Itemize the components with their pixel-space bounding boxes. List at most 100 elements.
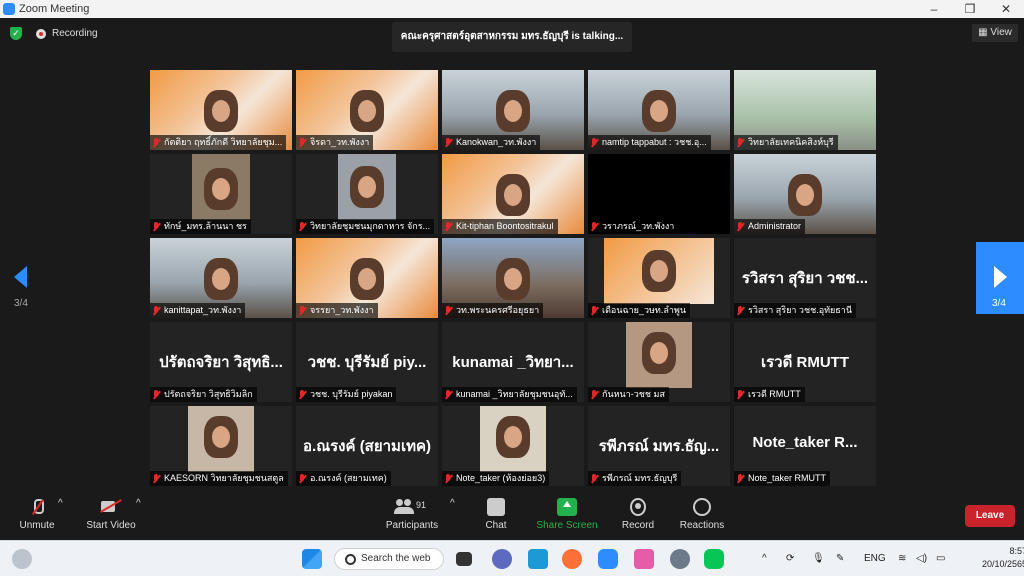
participant-tile[interactable]: Administrator xyxy=(734,154,876,234)
participant-tile[interactable]: Note_taker (ห้องย่อย3) xyxy=(442,406,584,486)
microphone-tray-icon[interactable]: 🎙 xyxy=(812,553,825,564)
active-speaker-banner: คณะครุศาสตร์อุตสาหกรรม มทร.ธัญบุรี is ta… xyxy=(392,22,632,52)
security-shield-icon[interactable]: ✓ xyxy=(10,27,22,40)
participant-video xyxy=(496,258,530,300)
windows-start-icon[interactable] xyxy=(302,549,322,569)
muted-mic-icon xyxy=(736,305,745,316)
muted-mic-icon xyxy=(444,389,453,400)
teams-chat-icon[interactable] xyxy=(492,549,512,569)
participant-avatar xyxy=(480,406,546,472)
share-screen-button[interactable]: Share Screen xyxy=(534,498,600,531)
participant-tile[interactable]: อ.ณรงค์ (สยามเทค) อ.ณรงค์ (สยามเทค) xyxy=(296,406,438,486)
participant-name: Note_taker (ห้องย่อย3) xyxy=(442,471,550,486)
taskbar-search-box[interactable]: Search the web xyxy=(334,548,444,570)
next-page-button[interactable]: 3/4 xyxy=(976,242,1024,314)
volume-icon[interactable]: ◁) xyxy=(916,553,927,564)
maximize-button[interactable]: ❐ xyxy=(952,2,988,16)
participant-tile[interactable]: วราภรณ์_วท.พังงา xyxy=(588,154,730,234)
muted-mic-icon xyxy=(590,473,599,484)
minimize-button[interactable]: – xyxy=(916,2,952,16)
leave-button[interactable]: Leave xyxy=(965,505,1015,527)
participant-display-name: อ.ณรงค์ (สยามเทค) xyxy=(303,438,431,455)
zoom-taskbar-icon[interactable] xyxy=(598,549,618,569)
participant-tile[interactable]: namtip tappabut : วชช.อุ... xyxy=(588,70,730,150)
participant-video xyxy=(204,90,238,132)
participant-video xyxy=(204,258,238,300)
participant-tile[interactable]: Kanokwan_วท.พังงา xyxy=(442,70,584,150)
muted-mic-icon xyxy=(444,305,453,316)
meeting-toolbar: Unmute ^ Start Video ^ 91 Participants ^ … xyxy=(0,492,1024,540)
taskbar-clock[interactable]: 8:57 20/10/2565 xyxy=(982,545,1024,571)
participant-name: Administrator xyxy=(734,219,806,234)
start-video-button[interactable]: Start Video xyxy=(84,498,138,531)
reactions-button[interactable]: Reactions xyxy=(678,498,726,531)
wifi-icon[interactable]: ≋ xyxy=(898,553,906,564)
participant-tile[interactable]: จรรยา_วท.พังงา xyxy=(296,238,438,318)
snipping-tool-icon[interactable] xyxy=(634,549,654,569)
close-button[interactable]: ✕ xyxy=(988,2,1024,16)
line-app-l-icon[interactable] xyxy=(528,549,548,569)
participant-tile[interactable]: เรวดี RMUTT เรวดี RMUTT xyxy=(734,322,876,402)
participant-tile[interactable]: Kit-tiphan Boontositrakul xyxy=(442,154,584,234)
language-indicator[interactable]: ENG xyxy=(864,553,886,564)
muted-mic-icon xyxy=(736,473,745,484)
participant-name: ปรัตถจริยา วิสุทธิวิมลิก xyxy=(150,387,257,402)
participant-tile[interactable]: จิรดา_วท.พังงา xyxy=(296,70,438,150)
weather-icon[interactable] xyxy=(12,549,32,569)
participant-tile[interactable]: กันหนา-วชช มส xyxy=(588,322,730,402)
participants-options-caret[interactable]: ^ xyxy=(450,498,455,509)
grid-icon: ▦ xyxy=(978,27,991,38)
participant-display-name: ปรัตถจริยา วิสุทธิ... xyxy=(159,354,283,371)
participant-name: วิทยาลัยชุมชนมุกดาหาร จักร... xyxy=(296,219,435,234)
muted-mic-icon xyxy=(298,473,307,484)
participants-button[interactable]: 91 Participants xyxy=(384,498,440,531)
chat-button[interactable]: Chat xyxy=(480,498,512,531)
participant-tile[interactable]: KAESORN วิทยาลัยชุมชนสตูล xyxy=(150,406,292,486)
video-off-icon xyxy=(101,498,121,516)
muted-microphone-icon xyxy=(31,498,44,516)
participant-tile[interactable]: วชช. บุรีรัมย์ piy... วชช. บุรีรัมย์ piya… xyxy=(296,322,438,402)
chevron-right-icon xyxy=(994,266,1007,288)
recording-indicator[interactable]: Recording xyxy=(36,28,98,39)
participant-tile[interactable]: วท.พระนครศรีอยุธยา xyxy=(442,238,584,318)
view-button[interactable]: ▦ View xyxy=(972,24,1018,42)
participant-display-name: เรวดี RMUTT xyxy=(760,354,849,371)
participant-tile[interactable]: Note_taker R... Note_taker RMUTT xyxy=(734,406,876,486)
video-options-caret[interactable]: ^ xyxy=(136,498,141,509)
muted-mic-icon xyxy=(736,221,745,232)
participant-tile[interactable]: วิทยาลัยเทคนิคสิงห์บุรี xyxy=(734,70,876,150)
participant-tile[interactable]: เดือนฉาย_วษท.ลำพูน xyxy=(588,238,730,318)
participant-tile[interactable]: กัตติยา ฤทธิ์ภักดี วิทยาลัยชุม... xyxy=(150,70,292,150)
participant-name: จิรดา_วท.พังงา xyxy=(296,135,374,150)
line-messenger-icon[interactable] xyxy=(704,549,724,569)
muted-mic-icon xyxy=(298,305,307,316)
participant-name: เดือนฉาย_วษท.ลำพูน xyxy=(588,303,691,318)
task-view-icon[interactable] xyxy=(456,552,472,566)
participant-tile[interactable]: ทักษ์_มทร.ล้านนา ชร xyxy=(150,154,292,234)
participant-tile[interactable]: kunamai _วิทยา... kunamai _วิทยาลัยชุมชนอ… xyxy=(442,322,584,402)
pen-icon[interactable]: ✎ xyxy=(836,553,844,564)
participant-display-name: kunamai _วิทยา... xyxy=(452,354,574,371)
participant-tile[interactable]: kanittapat_วท.พังงา xyxy=(150,238,292,318)
participant-tile[interactable]: ปรัตถจริยา วิสุทธิ... ปรัตถจริยา วิสุทธิว… xyxy=(150,322,292,402)
page-indicator-right: 3/4 xyxy=(992,298,1006,309)
muted-mic-icon xyxy=(590,305,599,316)
tray-overflow-chevron-icon[interactable]: ^ xyxy=(762,553,767,564)
participant-tile[interactable]: รวิสรา สุริยา วชช... รวิสรา สุริยา วชช.อุ… xyxy=(734,238,876,318)
participant-name: วราภรณ์_วท.พังงา xyxy=(588,219,679,234)
participant-video xyxy=(604,238,714,304)
unmute-button[interactable]: Unmute xyxy=(14,498,60,531)
sync-icon[interactable]: ⟳ xyxy=(786,553,794,564)
battery-icon[interactable]: ▭ xyxy=(936,553,945,564)
audio-options-caret[interactable]: ^ xyxy=(58,498,63,509)
recording-dot-icon xyxy=(36,28,46,39)
firefox-icon[interactable] xyxy=(562,549,582,569)
participant-tile[interactable]: วิทยาลัยชุมชนมุกดาหาร จักร... xyxy=(296,154,438,234)
muted-mic-icon xyxy=(736,389,745,400)
participant-tile[interactable]: รพีภรณ์ มทร.ธัญ... รพีภรณ์ มทร.ธัญบุรี xyxy=(588,406,730,486)
previous-page-button[interactable]: 3/4 xyxy=(0,242,40,314)
meeting-stage: ✓ Recording คณะครุศาสตร์อุตสาหกรรม มทร.ธ… xyxy=(0,18,1024,492)
participants-count: 91 xyxy=(416,500,427,510)
record-button[interactable]: Record xyxy=(620,498,656,531)
settings-gear-icon[interactable] xyxy=(670,549,690,569)
